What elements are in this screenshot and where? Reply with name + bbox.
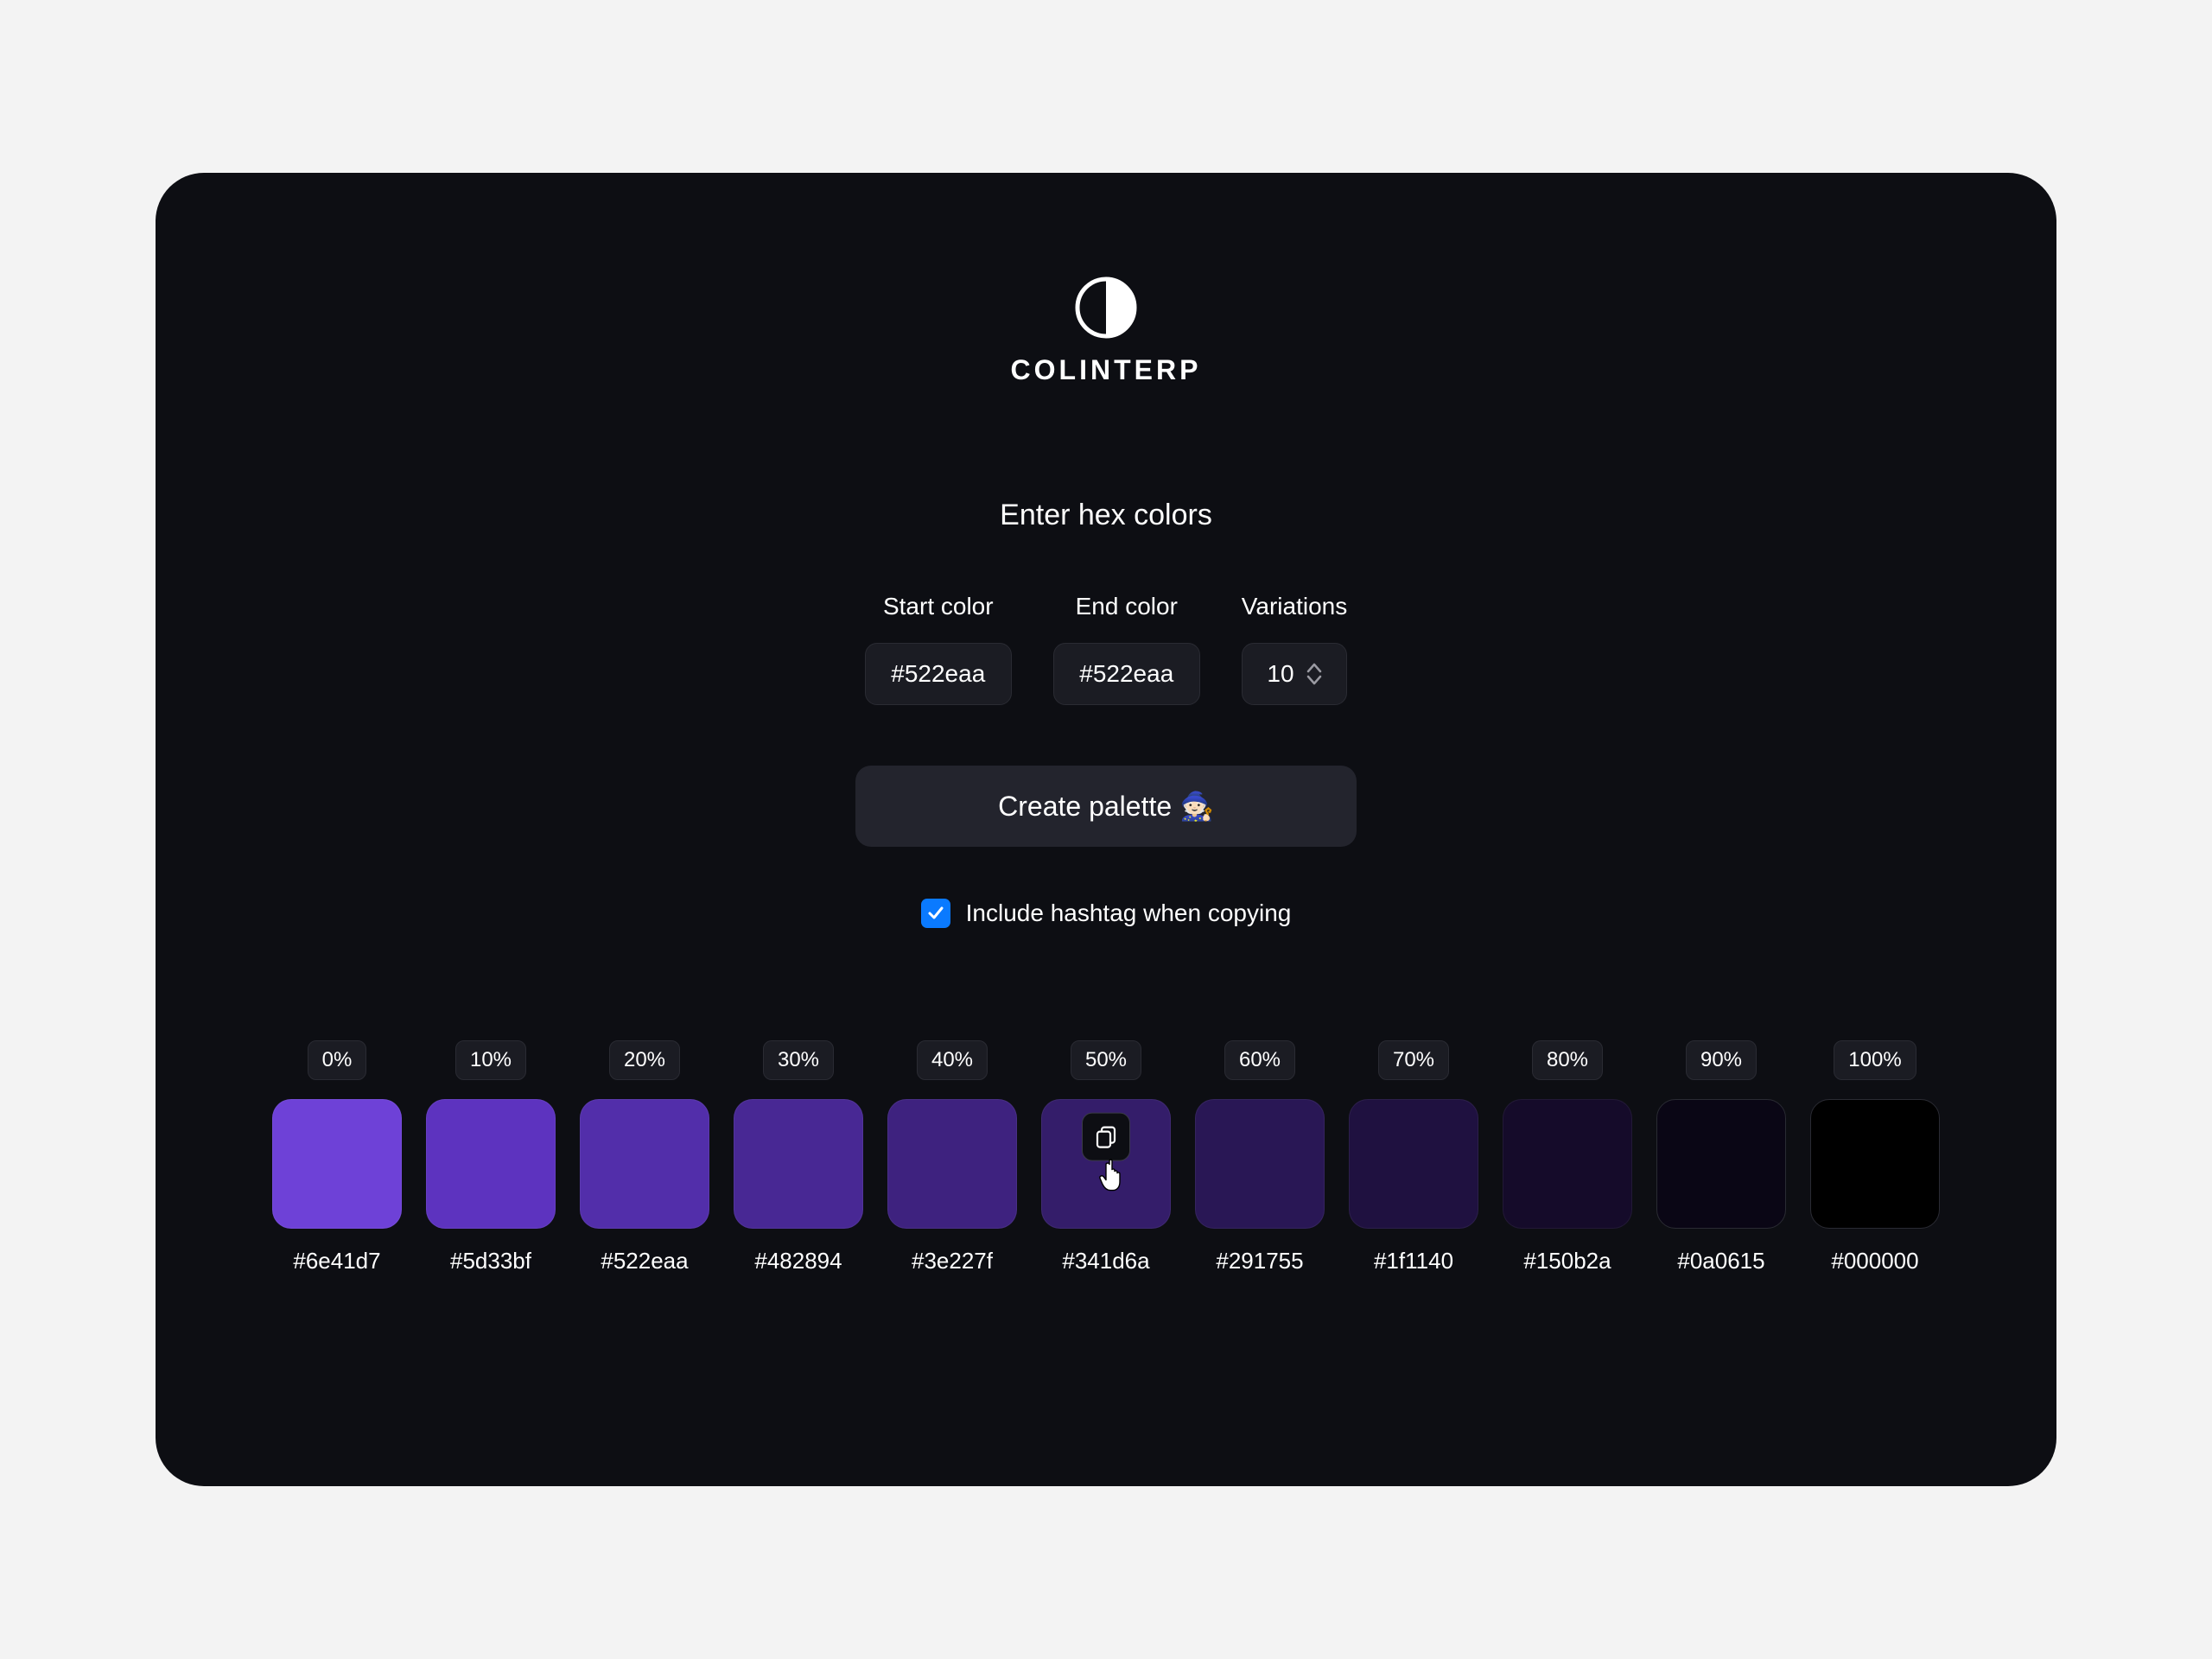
start-color-field: Start color #522eaa	[865, 593, 1012, 705]
copy-overlay	[1080, 1113, 1132, 1198]
color-swatch[interactable]	[1195, 1099, 1325, 1229]
brand-name: COLINTERP	[1011, 354, 1202, 386]
percentage-badge: 10%	[455, 1040, 526, 1080]
swatch-column: 70% #1f1140	[1346, 1040, 1481, 1274]
swatch-column: 80% #150b2a	[1500, 1040, 1635, 1274]
include-hashtag-checkbox[interactable]	[921, 899, 950, 928]
contrast-circle-icon	[1075, 276, 1137, 339]
start-color-input[interactable]: #522eaa	[865, 643, 1012, 705]
hex-label: #522eaa	[601, 1248, 688, 1274]
color-swatch[interactable]	[272, 1099, 402, 1229]
swatch-column: 30% #482894	[731, 1040, 866, 1274]
color-swatch[interactable]	[1503, 1099, 1632, 1229]
stepper-arrows-icon[interactable]	[1306, 663, 1322, 685]
pointer-cursor-icon	[1097, 1156, 1132, 1198]
percentage-badge: 90%	[1686, 1040, 1757, 1080]
form-row: Start color #522eaa End color #522eaa Va…	[865, 593, 1347, 705]
swatch-column: 40% #3e227f	[885, 1040, 1020, 1274]
color-swatch[interactable]	[1810, 1099, 1940, 1229]
percentage-badge: 100%	[1834, 1040, 1916, 1080]
percentage-badge: 80%	[1532, 1040, 1603, 1080]
color-swatch[interactable]	[734, 1099, 863, 1229]
variations-field: Variations 10	[1242, 593, 1347, 705]
end-color-input[interactable]: #522eaa	[1053, 643, 1200, 705]
create-palette-button[interactable]: Create palette 🧙🏻	[855, 766, 1357, 847]
percentage-badge: 50%	[1071, 1040, 1141, 1080]
logo: COLINTERP	[1011, 276, 1202, 386]
palette-row: 0% #6e41d7 10% #5d33bf 20% #522eaa 30% #482894 4…	[242, 1040, 1970, 1274]
swatch-column: 50% #341d6a	[1039, 1040, 1173, 1274]
hex-label: #1f1140	[1374, 1248, 1453, 1274]
percentage-badge: 60%	[1224, 1040, 1295, 1080]
color-swatch[interactable]	[1656, 1099, 1786, 1229]
percentage-badge: 30%	[763, 1040, 834, 1080]
percentage-badge: 20%	[609, 1040, 680, 1080]
hex-label: #482894	[754, 1248, 842, 1274]
swatch-column: 0% #6e41d7	[270, 1040, 404, 1274]
swatch-column: 20% #522eaa	[577, 1040, 712, 1274]
app-window: COLINTERP Enter hex colors Start color #…	[156, 173, 2056, 1486]
hex-label: #6e41d7	[293, 1248, 380, 1274]
start-color-value: #522eaa	[891, 660, 985, 688]
create-button-label: Create palette 🧙🏻	[998, 790, 1214, 823]
end-color-label: End color	[1076, 593, 1178, 620]
swatch-column: 60% #291755	[1192, 1040, 1327, 1274]
include-hashtag-label: Include hashtag when copying	[966, 899, 1292, 927]
color-swatch[interactable]	[426, 1099, 556, 1229]
percentage-badge: 0%	[308, 1040, 367, 1080]
swatch-column: 90% #0a0615	[1654, 1040, 1789, 1274]
percentage-badge: 70%	[1378, 1040, 1449, 1080]
variations-label: Variations	[1242, 593, 1347, 620]
variations-stepper[interactable]: 10	[1242, 643, 1346, 705]
hex-label: #3e227f	[912, 1248, 993, 1274]
hex-label: #0a0615	[1677, 1248, 1764, 1274]
percentage-badge: 40%	[917, 1040, 988, 1080]
page-heading: Enter hex colors	[1000, 499, 1212, 532]
hex-label: #000000	[1831, 1248, 1918, 1274]
color-swatch[interactable]	[1041, 1099, 1171, 1229]
check-icon	[926, 904, 945, 923]
include-hashtag-row: Include hashtag when copying	[921, 899, 1292, 928]
swatch-column: 100% #000000	[1808, 1040, 1942, 1274]
variations-value: 10	[1267, 660, 1294, 688]
hex-label: #341d6a	[1062, 1248, 1149, 1274]
swatch-column: 10% #5d33bf	[423, 1040, 558, 1274]
hex-label: #5d33bf	[450, 1248, 531, 1274]
color-swatch[interactable]	[887, 1099, 1017, 1229]
hex-label: #150b2a	[1523, 1248, 1611, 1274]
end-color-field: End color #522eaa	[1053, 593, 1200, 705]
color-swatch[interactable]	[1349, 1099, 1478, 1229]
start-color-label: Start color	[883, 593, 994, 620]
copy-icon[interactable]	[1082, 1113, 1130, 1161]
end-color-value: #522eaa	[1079, 660, 1173, 688]
color-swatch[interactable]	[580, 1099, 709, 1229]
hex-label: #291755	[1216, 1248, 1303, 1274]
